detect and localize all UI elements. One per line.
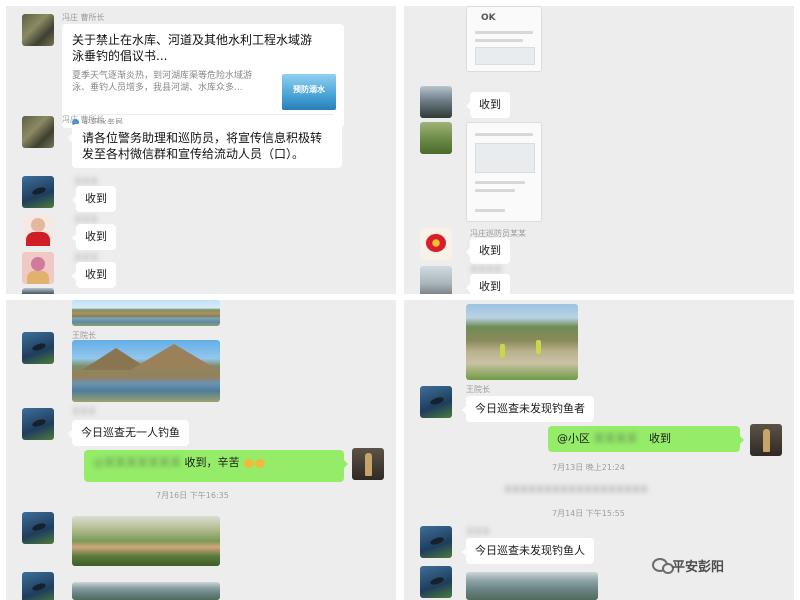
timestamp: 7月14日 下午15:55: [552, 509, 625, 518]
card-title: 关于禁止在水库、河道及其他水利工程水域游泳垂钓的倡议书...: [72, 33, 313, 63]
reply-text: 收到，辛苦: [184, 456, 240, 469]
reply-message: 收到: [466, 238, 510, 264]
avatar[interactable]: [22, 288, 54, 294]
reply-message: 收到: [72, 186, 116, 212]
avatar[interactable]: [22, 572, 54, 600]
sender-name: 王院长: [466, 385, 490, 394]
notice-message: 请各位警务助理和巡防员，将宣传信息积极转发至各村微信群和宣传给流动人员（口）。: [68, 124, 342, 168]
chat-panel-top-right: OK 收到 冯庄巡防员某某 收到 某某某某 收到: [404, 6, 794, 294]
person-figure: [536, 340, 541, 354]
reply-message: 收到: [466, 92, 510, 118]
chat-panel-top-left: 冯庄 曹所长 关于禁止在水库、河道及其他水利工程水域游泳垂钓的倡议书... 夏季…: [6, 6, 396, 294]
avatar[interactable]: [22, 176, 54, 208]
photo-reservoir[interactable]: [72, 300, 220, 326]
avatar[interactable]: [22, 512, 54, 544]
avatar[interactable]: [22, 116, 54, 148]
reply-text: 收到: [649, 432, 671, 445]
timestamp: 7月16日 下午16:35: [156, 491, 229, 500]
avatar[interactable]: [352, 448, 384, 480]
reply-message: 收到: [72, 224, 116, 250]
reply-message: 收到: [466, 274, 510, 294]
mention-blurred: 某某某某: [593, 432, 638, 445]
watermark: 平安彭阳: [672, 560, 725, 575]
sender-name-blurred: 某某某: [466, 527, 490, 536]
reply-message-self: @某某某某某某某 收到，辛苦: [84, 450, 348, 482]
wechat-official-account-icon: [652, 558, 674, 574]
avatar[interactable]: [420, 566, 452, 598]
mention-prefix: @小区: [557, 432, 590, 445]
card-divider: [72, 114, 334, 115]
avatar[interactable]: [22, 14, 54, 46]
chat-panel-bottom-left: 王院长 某某某 今日巡查无一人钓鱼 @某某某某某某某 收到，辛苦 7月16日 下…: [6, 300, 396, 600]
emoji-icon: [244, 458, 254, 468]
chat-panel-bottom-right: 王院长 今日巡查未发现钓鱼者 @小区 某某某某 收到 7月13日 晚上21:24…: [404, 300, 794, 600]
photo-riverbank[interactable]: [72, 516, 220, 566]
timestamp-blurred: 某某某某某某某某某某某某某某某某某某: [504, 485, 648, 494]
avatar[interactable]: [420, 228, 452, 260]
card-description: 夏季天气逐渐炎热，到河湖库渠等危险水域游泳、垂钓人员增多，我县河湖、水库众多..…: [72, 71, 253, 93]
reply-message-self: @小区 某某某某 收到: [548, 426, 744, 452]
avatar[interactable]: [22, 214, 54, 246]
link-card[interactable]: 关于禁止在水库、河道及其他水利工程水域游泳垂钓的倡议书... 夏季天气逐渐炎热，…: [62, 24, 344, 128]
card-thumbnail: 预防溺水: [282, 74, 336, 110]
avatar[interactable]: [750, 424, 782, 456]
mention-blurred: @某某某某某某某: [93, 456, 181, 469]
timestamp: 7月13日 晚上21:24: [552, 463, 625, 472]
avatar[interactable]: [420, 122, 452, 154]
person-figure: [500, 344, 505, 358]
photo-reservoir-mountain[interactable]: [72, 340, 220, 402]
avatar[interactable]: [420, 526, 452, 558]
avatar[interactable]: [420, 266, 452, 294]
emoji-icon: [255, 458, 265, 468]
patrol-message: 今日巡查无一人钓鱼: [68, 420, 189, 446]
patrol-message: 今日巡查未发现钓鱼人: [462, 538, 594, 564]
avatar[interactable]: [420, 386, 452, 418]
avatar[interactable]: [22, 408, 54, 440]
screenshot-thumbnail[interactable]: [466, 122, 542, 222]
sender-name-blurred: 某某某: [72, 407, 96, 416]
avatar[interactable]: [420, 86, 452, 118]
avatar[interactable]: [22, 332, 54, 364]
avatar[interactable]: [22, 252, 54, 284]
sender-name: 冯庄 曹所长: [62, 13, 105, 22]
photo-water[interactable]: [72, 582, 220, 600]
photo-water[interactable]: [466, 572, 598, 600]
screenshot-thumbnail[interactable]: OK: [466, 6, 542, 72]
patrol-message: 今日巡查未发现钓鱼者: [462, 396, 594, 422]
reply-message: 收到: [72, 262, 116, 288]
card-thumbnail-text: 预防溺水: [293, 85, 325, 94]
photo-patrol-field[interactable]: [466, 304, 578, 380]
ok-icon: OK: [481, 13, 496, 23]
